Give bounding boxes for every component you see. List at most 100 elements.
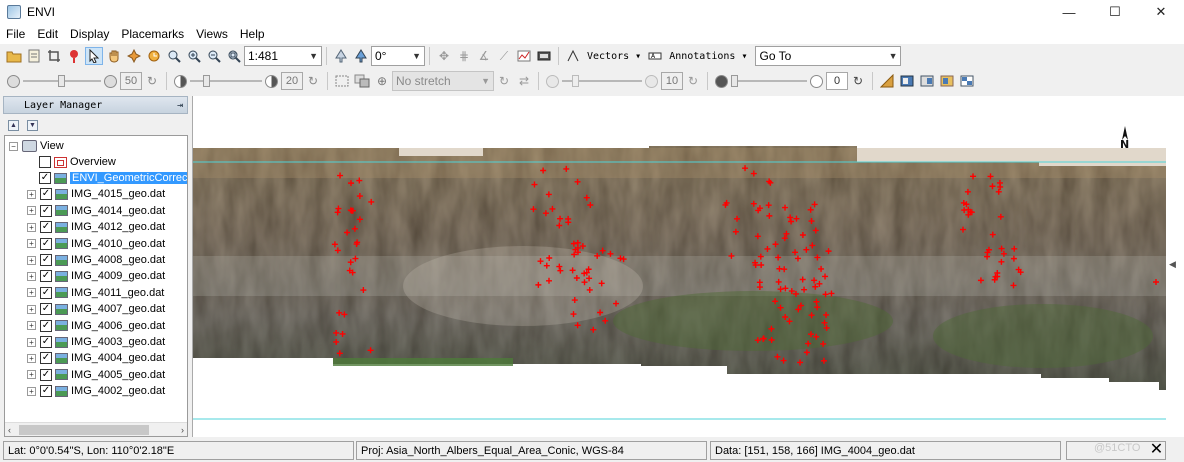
chip-icon[interactable] xyxy=(535,47,553,65)
stretch-combo[interactable]: No stretch ▼ xyxy=(392,71,494,91)
open-icon[interactable] xyxy=(5,47,23,65)
layer-visibility-checkbox[interactable]: ✓ xyxy=(39,172,51,184)
portal-icon[interactable] xyxy=(878,72,896,90)
swipe-icon[interactable] xyxy=(938,72,956,90)
expand-toggle[interactable]: + xyxy=(27,189,36,199)
layer-row[interactable]: + ✓ IMG_4009_geo.dat xyxy=(27,268,165,284)
layer-visibility-checkbox[interactable]: ✓ xyxy=(40,352,52,365)
layer-row[interactable]: + ✓ IMG_4002_geo.dat xyxy=(27,383,165,399)
layer-visibility-checkbox[interactable]: ✓ xyxy=(40,336,52,348)
sharpen-slider[interactable] xyxy=(562,72,642,90)
collapse-all-icon[interactable]: ▲ xyxy=(8,120,19,131)
scale-combo[interactable]: 1:481 ▼ xyxy=(244,46,322,66)
map-view[interactable]: N xyxy=(192,96,1166,437)
reset-sharpen-icon[interactable]: ↻ xyxy=(684,72,702,90)
vectors-icon[interactable] xyxy=(564,47,582,65)
maximize-button[interactable]: ☐ xyxy=(1092,0,1138,24)
reset-transparency-icon[interactable]: ↻ xyxy=(849,72,867,90)
minimize-button[interactable]: — xyxy=(1046,0,1092,24)
spectral-icon[interactable] xyxy=(515,47,533,65)
horizontal-scrollbar[interactable]: ‹ › xyxy=(5,422,187,436)
crosshair-target-icon[interactable]: ⊕ xyxy=(373,72,391,90)
slider-thumb[interactable] xyxy=(731,75,738,87)
annotations-icon[interactable]: A xyxy=(646,47,664,65)
crop-icon[interactable] xyxy=(45,47,63,65)
layer-visibility-checkbox[interactable]: ✓ xyxy=(40,254,52,266)
layer-visibility-checkbox[interactable]: ✓ xyxy=(40,303,52,316)
overview-checkbox[interactable] xyxy=(39,156,51,168)
menu-file[interactable]: File xyxy=(0,27,31,41)
pan-icon[interactable] xyxy=(105,47,123,65)
placemark-icon[interactable] xyxy=(65,47,83,65)
data-manager-icon[interactable] xyxy=(25,47,43,65)
vectors-dropdown[interactable]: Vectors ▾ xyxy=(583,46,645,66)
expand-toggle[interactable]: + xyxy=(27,370,36,380)
image-mosaic[interactable]: N xyxy=(193,96,1166,437)
zoom-fit-icon[interactable] xyxy=(225,47,243,65)
measure-icon[interactable]: ∡ xyxy=(475,47,493,65)
view-side-handle[interactable]: ◀ xyxy=(1166,96,1184,437)
scroll-left-icon[interactable]: ‹ xyxy=(8,425,11,435)
layer-row[interactable]: + ✓ IMG_4007_geo.dat xyxy=(27,301,165,317)
reset-brightness-icon[interactable]: ↻ xyxy=(143,72,161,90)
layer-row[interactable]: + ✓ IMG_4014_geo.dat xyxy=(27,203,165,219)
refresh-stretch-icon[interactable]: ↻ xyxy=(495,72,513,90)
blend-icon[interactable] xyxy=(898,72,916,90)
cancel-process-button[interactable]: ✕ xyxy=(1149,441,1164,458)
stretch-icon[interactable] xyxy=(333,72,351,90)
view-layout-icon[interactable] xyxy=(958,72,976,90)
layer-visibility-checkbox[interactable]: ✓ xyxy=(40,188,52,201)
flicker-icon[interactable] xyxy=(918,72,936,90)
fly-icon[interactable] xyxy=(125,47,143,65)
layer-row[interactable]: + ✓ IMG_4015_geo.dat xyxy=(27,186,165,202)
sharpen-value[interactable]: 10 xyxy=(661,72,683,90)
layer-visibility-checkbox[interactable]: ✓ xyxy=(40,204,52,217)
crosshair-icon[interactable]: ⋕ xyxy=(455,47,473,65)
scroll-right-icon[interactable]: › xyxy=(181,425,184,435)
tree-node-overview[interactable]: Overview xyxy=(39,154,116,170)
rotate-icon[interactable] xyxy=(145,47,163,65)
menu-views[interactable]: Views xyxy=(190,27,234,41)
zoom-in-icon[interactable] xyxy=(185,47,203,65)
dock-panel-icon[interactable]: ⇥ xyxy=(177,100,183,111)
layer-row[interactable]: + ✓ IMG_4008_geo.dat xyxy=(27,252,165,268)
layer-visibility-checkbox[interactable]: ✓ xyxy=(40,385,52,398)
layer-row[interactable]: + ✓ IMG_4011_geo.dat xyxy=(27,285,164,301)
expand-toggle[interactable]: + xyxy=(27,386,36,396)
menu-help[interactable]: Help xyxy=(234,27,271,41)
layer-visibility-checkbox[interactable]: ✓ xyxy=(40,368,52,381)
tree-node-view[interactable]: − View xyxy=(9,138,64,154)
contrast-slider[interactable] xyxy=(190,72,262,90)
expand-toggle[interactable]: + xyxy=(27,304,36,314)
transparency-value[interactable]: 0 xyxy=(826,72,848,90)
annotations-dropdown[interactable]: Annotations ▾ xyxy=(665,46,751,66)
slider-thumb[interactable] xyxy=(58,75,65,87)
expand-toggle[interactable]: + xyxy=(27,337,36,347)
brightness-value[interactable]: 50 xyxy=(120,72,142,90)
north-up-icon[interactable] xyxy=(332,47,350,65)
layer-visibility-checkbox[interactable]: ✓ xyxy=(40,237,52,250)
expand-all-icon[interactable]: ▼ xyxy=(27,120,38,131)
layer-row[interactable]: + ✓ IMG_4003_geo.dat xyxy=(27,334,165,350)
layer-row[interactable]: + ✓ IMG_4012_geo.dat xyxy=(27,219,165,235)
expand-toggle[interactable]: + xyxy=(27,321,36,331)
rotate-view-icon[interactable] xyxy=(352,47,370,65)
scroll-thumb[interactable] xyxy=(19,425,149,435)
select-icon[interactable] xyxy=(85,47,103,65)
layer-visibility-checkbox[interactable]: ✓ xyxy=(40,319,52,332)
layer-row[interactable]: + ✓ IMG_4010_geo.dat xyxy=(27,236,165,252)
profile-icon[interactable]: ⟋ xyxy=(495,47,513,65)
layer-visibility-checkbox[interactable]: ✓ xyxy=(40,270,52,283)
expand-toggle[interactable]: + xyxy=(27,206,36,216)
close-window-button[interactable]: ✕ xyxy=(1138,0,1184,24)
menu-edit[interactable]: Edit xyxy=(31,27,64,41)
layer-visibility-checkbox[interactable]: ✓ xyxy=(40,286,52,299)
layer-row[interactable]: + ✓ IMG_4006_geo.dat xyxy=(27,318,165,334)
menu-display[interactable]: Display xyxy=(64,27,115,41)
expand-toggle[interactable]: + xyxy=(27,288,36,298)
expand-toggle[interactable]: + xyxy=(27,255,36,265)
expand-toggle[interactable]: + xyxy=(27,353,36,363)
zoom-out-icon[interactable] xyxy=(205,47,223,65)
slider-thumb[interactable] xyxy=(572,75,579,87)
expand-toggle[interactable]: + xyxy=(27,239,36,249)
